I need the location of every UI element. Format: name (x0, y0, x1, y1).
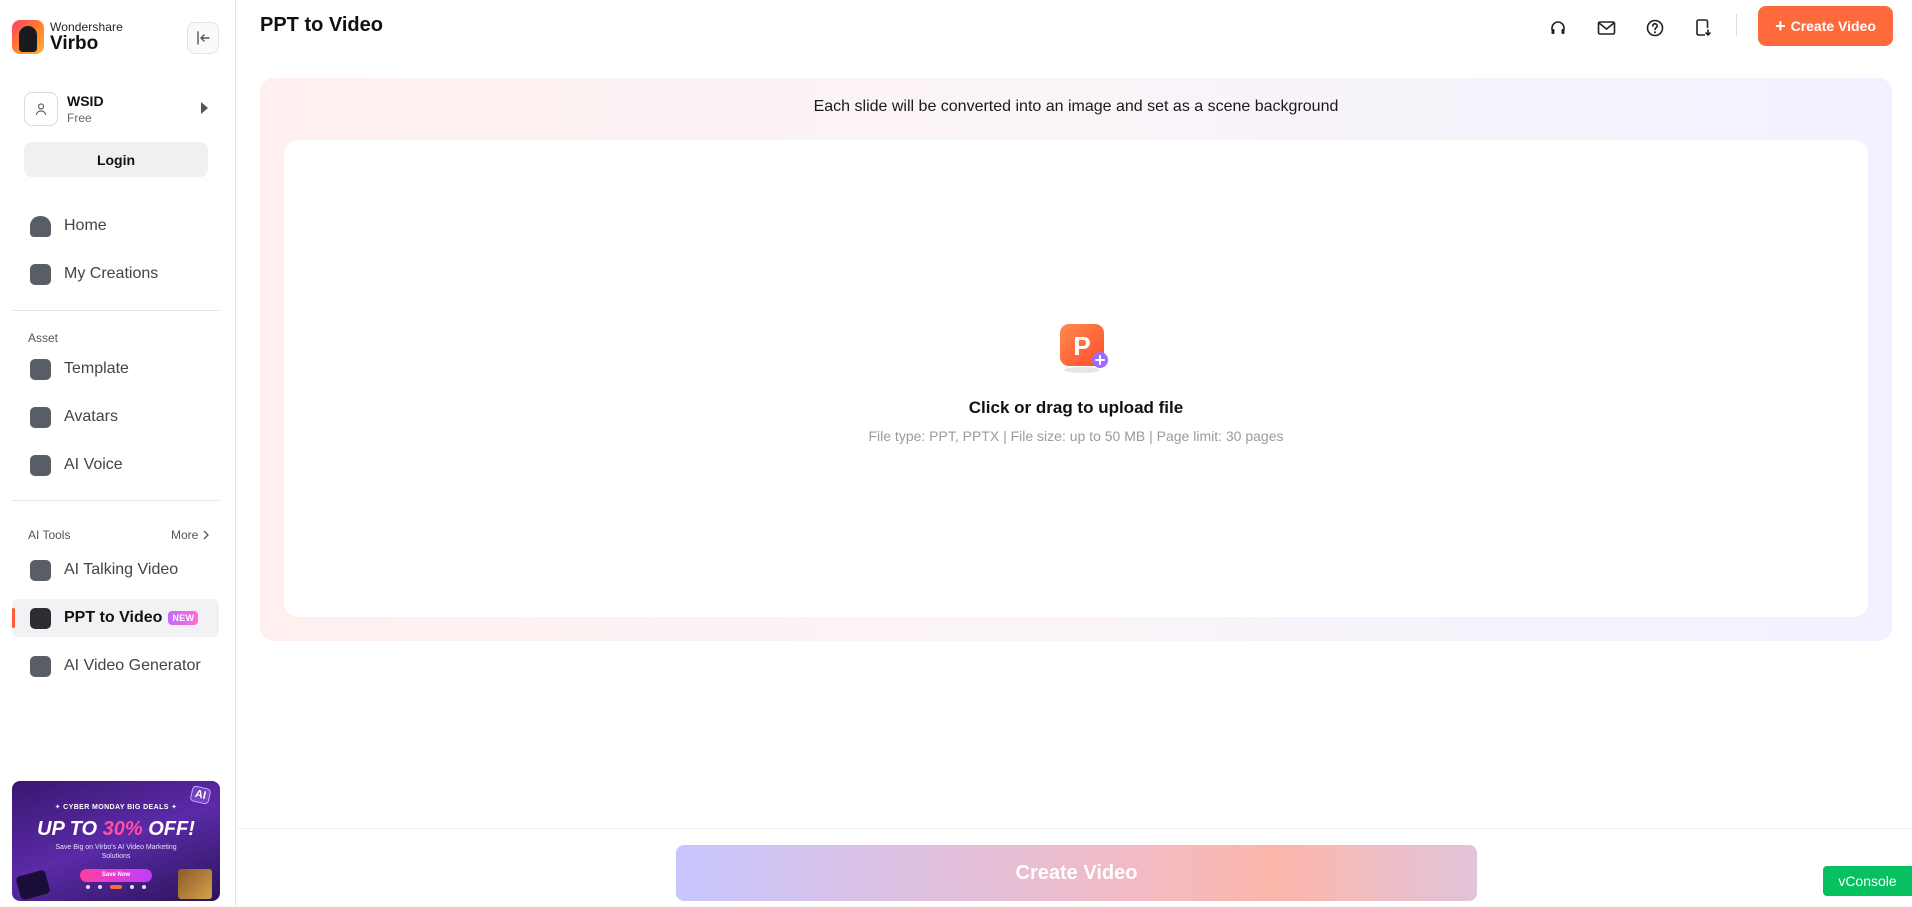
account-name: WSID (67, 93, 104, 109)
help-icon (1646, 19, 1664, 37)
upload-dropzone[interactable]: P Click or drag to upload file File type… (284, 140, 1868, 617)
sidebar-item-ai-talking-video[interactable]: AI Talking Video (12, 551, 219, 589)
messages-button[interactable] (1591, 13, 1621, 43)
promo-ai-tag: AI (189, 785, 212, 805)
create-video-label: Create Video (1790, 18, 1876, 34)
section-label-asset: Asset (28, 331, 59, 345)
sidebar-divider (12, 310, 219, 311)
promo-banner[interactable]: AI ✦ CYBER MONDAY BIG DEALS ✦ UP TO 30% … (12, 781, 220, 901)
page-title: PPT to Video (260, 14, 383, 36)
app-root: Wondershare Virbo WSID Free Login Home M… (0, 0, 1912, 907)
user-icon (35, 103, 47, 116)
sidebar: Wondershare Virbo WSID Free Login Home M… (0, 0, 236, 907)
create-video-button[interactable]: Create Video (676, 845, 1477, 901)
ppt-upload-icon: P (1060, 324, 1108, 373)
collapse-left-icon (197, 31, 210, 45)
mail-icon (1597, 21, 1615, 35)
video-generator-icon (30, 655, 51, 677)
sidebar-item-label: Template (64, 360, 129, 377)
sidebar-item-label: AI Voice (64, 456, 123, 473)
promo-title-highlight: 30% (102, 818, 143, 840)
promo-subtitle: Save Big on Virbo's AI Video Marketing S… (55, 844, 177, 860)
brand-company: Wondershare (50, 20, 123, 34)
sidebar-item-ai-voice[interactable]: AI Voice (12, 446, 219, 484)
section-label-ai-tools: AI Tools (28, 528, 71, 542)
promo-carousel-dots[interactable] (12, 885, 220, 889)
talking-video-icon (30, 559, 51, 581)
sidebar-item-ppt-to-video[interactable]: PPT to Video NEW (12, 599, 219, 637)
headset-icon (1551, 21, 1565, 34)
chevron-right-icon (203, 530, 210, 540)
sidebar-item-label: AI Video Generator (64, 657, 201, 674)
new-badge: NEW (168, 611, 199, 625)
home-icon (30, 215, 51, 237)
promo-title-prefix: UP TO (37, 818, 103, 840)
sidebar-item-label: Avatars (64, 408, 118, 425)
collapse-sidebar-button[interactable] (187, 22, 219, 54)
sidebar-item-label: My Creations (64, 265, 159, 282)
ppt-icon (30, 607, 51, 629)
avatar-icon (30, 406, 51, 428)
carousel-dot[interactable] (130, 885, 134, 889)
voice-icon (30, 454, 51, 476)
sidebar-divider (12, 500, 219, 501)
template-icon (30, 358, 51, 380)
brand-product: Virbo (50, 33, 99, 54)
sidebar-item-label: Home (64, 217, 107, 234)
downloads-button[interactable] (1688, 13, 1718, 43)
vconsole-button[interactable]: vConsole (1823, 866, 1912, 896)
plus-icon: + (1775, 15, 1786, 36)
svg-text:P: P (1073, 331, 1090, 361)
login-button[interactable]: Login (24, 142, 208, 177)
creations-icon (30, 263, 51, 285)
help-button[interactable] (1640, 13, 1670, 43)
header-separator (1736, 14, 1737, 36)
more-label: More (171, 528, 199, 542)
sidebar-item-my-creations[interactable]: My Creations (12, 255, 219, 293)
more-tools-link[interactable]: More (171, 528, 211, 542)
caret-right-icon (201, 102, 208, 114)
upload-title: Click or drag to upload file (968, 398, 1184, 417)
carousel-dot-active[interactable] (110, 885, 122, 889)
sidebar-item-template[interactable]: Template (12, 350, 219, 388)
promo-title-suffix: OFF! (142, 818, 195, 840)
gift-box-icon (178, 869, 212, 899)
account-text: WSID Free (67, 93, 104, 125)
carousel-dot[interactable] (86, 885, 90, 889)
account-plan: Free (67, 111, 92, 125)
promo-title: UP TO 30% OFF! (12, 818, 220, 841)
avatar (24, 92, 58, 126)
carousel-dot[interactable] (98, 885, 102, 889)
sidebar-item-label: PPT to Video (64, 609, 163, 626)
sidebar-item-avatars[interactable]: Avatars (12, 398, 219, 436)
upload-panel: Each slide will be converted into an ima… (260, 78, 1892, 641)
virbo-logo-icon (12, 20, 44, 54)
download-icon (1696, 19, 1711, 37)
sidebar-item-label: AI Talking Video (64, 561, 179, 578)
brand-logo[interactable]: Wondershare Virbo (12, 20, 123, 54)
brand-text: Wondershare Virbo (50, 21, 123, 53)
account-card[interactable]: WSID Free (24, 89, 208, 129)
carousel-dot[interactable] (142, 885, 146, 889)
support-button[interactable] (1543, 13, 1573, 43)
sidebar-item-home[interactable]: Home (12, 207, 219, 245)
upload-hint: File type: PPT, PPTX | File size: up to … (868, 428, 1284, 444)
promo-save-button[interactable]: Save Now (80, 869, 152, 882)
sidebar-item-ai-video-generator[interactable]: AI Video Generator (12, 647, 219, 685)
promo-deal-text: ✦ CYBER MONDAY BIG DEALS ✦ (54, 804, 178, 811)
conversion-note: Each slide will be converted into an ima… (813, 98, 1339, 115)
create-video-header-button[interactable]: + Create Video (1758, 6, 1893, 46)
